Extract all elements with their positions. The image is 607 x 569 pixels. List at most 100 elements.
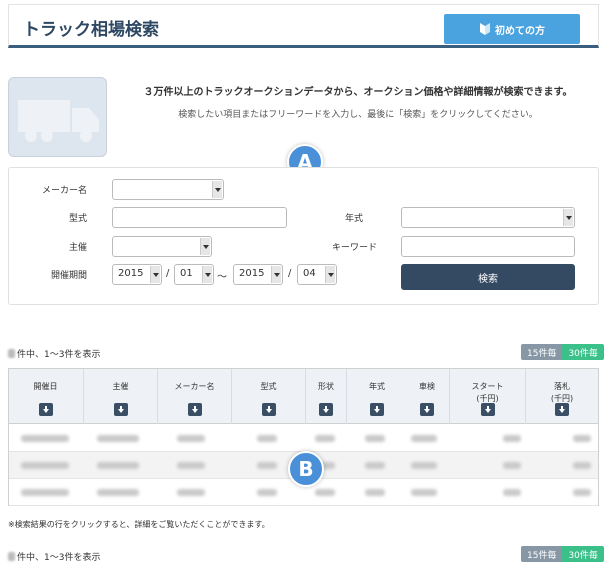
result-count-top: 件中、1～3件を表示: [8, 347, 100, 360]
page-header: トラック相場検索 初めての方: [8, 4, 599, 48]
column-header-label: 年式: [369, 382, 385, 391]
sort-down-icon[interactable]: [187, 403, 202, 416]
table-header: 開催日 主催 メーカー名 型式 形状 年式 車検 スタート (千円) 落札 (千円): [9, 369, 598, 424]
sort-down-icon[interactable]: [38, 403, 53, 416]
chevron-down-icon: [150, 266, 160, 283]
sort-down-icon[interactable]: [113, 403, 128, 416]
blurred-cell: [503, 489, 521, 496]
blurred-cell: [21, 435, 69, 442]
blurred-cell: [97, 489, 139, 496]
column-header-label: メーカー名: [174, 382, 215, 391]
blurred-cell: [503, 435, 521, 442]
column-header-unit: (千円): [476, 394, 499, 403]
maker-label: メーカー名: [41, 186, 87, 196]
blurred-cell: [365, 489, 385, 496]
blurred-cell: [177, 462, 205, 469]
period-slash: /: [288, 268, 292, 279]
period-slash: /: [166, 268, 170, 279]
column-header-label: 落札: [554, 382, 570, 391]
blurred-cell: [411, 462, 437, 469]
column-header[interactable]: スタート (千円): [450, 369, 525, 424]
blurred-cell: [21, 462, 69, 469]
sort-down-icon[interactable]: [480, 403, 495, 416]
sort-down-icon[interactable]: [370, 403, 384, 416]
blurred-cell: [503, 462, 521, 469]
column-header[interactable]: 車検: [407, 369, 447, 424]
model-label: 型式: [68, 214, 87, 224]
per-page-toggle-bottom: 15件毎 30件毎: [521, 546, 604, 562]
column-header-label: 車検: [419, 382, 435, 391]
blurred-cell: [365, 462, 385, 469]
keyword-label: キーワード: [331, 243, 377, 253]
per-page-30-button[interactable]: 30件毎: [562, 344, 604, 360]
search-form: メーカー名 型式 年式 主催 キーワード 開催期間 2015 / 01 ～ 20…: [8, 167, 599, 305]
period-from-month-select[interactable]: 01: [174, 264, 214, 285]
chevron-down-icon: [563, 209, 573, 226]
organizer-label: 主催: [68, 243, 87, 253]
column-header-label: 形状: [318, 382, 334, 391]
column-header[interactable]: メーカー名: [158, 369, 231, 424]
per-page-15-button[interactable]: 15件毎: [521, 546, 563, 562]
year-select[interactable]: [401, 207, 575, 228]
sort-down-icon[interactable]: [319, 403, 333, 416]
period-from-year-select[interactable]: 2015: [112, 264, 162, 285]
column-header[interactable]: 開催日: [9, 369, 82, 424]
chevron-down-icon: [200, 238, 210, 255]
maker-select[interactable]: [112, 179, 224, 200]
blurred-cell: [573, 435, 591, 442]
blurred-cell: [177, 489, 205, 496]
beginner-guide-label: 初めての方: [495, 25, 545, 37]
blurred-cell: [97, 435, 139, 442]
model-input[interactable]: [112, 207, 287, 228]
organizer-select[interactable]: [112, 236, 212, 257]
column-header-unit: (千円): [550, 394, 574, 403]
callout-badge-b: B: [288, 451, 324, 487]
column-header-label: 型式: [260, 382, 277, 391]
sort-down-icon[interactable]: [555, 403, 569, 416]
period-to-month-value: 04: [303, 268, 316, 279]
intro-main-text: ３万件以上のトラックオークションデータから、オークション価格や詳細情報が検索でき…: [143, 87, 573, 98]
chevron-down-icon: [271, 266, 281, 283]
result-count-bottom: 件中、1～3件を表示: [8, 550, 100, 563]
intro-sub-text: 検索したい項目またはフリーワードを入力し、最後に「検索」をクリックしてください。: [178, 110, 538, 120]
sort-down-icon[interactable]: [420, 403, 434, 416]
period-to-year-value: 2015: [239, 268, 265, 279]
blurred-cell: [21, 489, 69, 496]
blurred-cell: [257, 435, 277, 442]
table-row[interactable]: [9, 425, 598, 452]
column-header-label: スタート: [471, 382, 504, 391]
sort-down-icon[interactable]: [261, 403, 276, 416]
column-header[interactable]: 年式: [347, 369, 407, 424]
period-to-year-select[interactable]: 2015: [233, 264, 283, 285]
per-page-15-button[interactable]: 15件毎: [521, 344, 563, 360]
result-total-blurred: [8, 349, 15, 358]
per-page-30-button[interactable]: 30件毎: [562, 546, 604, 562]
blurred-cell: [411, 489, 437, 496]
column-header[interactable]: 型式: [232, 369, 305, 424]
column-header[interactable]: 落札 (千円): [526, 369, 598, 424]
blurred-cell: [411, 435, 437, 442]
truck-image: [8, 77, 107, 157]
keyword-input[interactable]: [401, 236, 575, 257]
beginner-guide-button[interactable]: 初めての方: [444, 14, 580, 44]
blurred-cell: [97, 462, 139, 469]
period-label: 開催期間: [50, 271, 87, 281]
blurred-cell: [573, 462, 591, 469]
column-header-label: 開催日: [33, 382, 58, 391]
blurred-cell: [177, 435, 205, 442]
period-tilde: ～: [217, 272, 227, 283]
chevron-down-icon: [202, 266, 212, 283]
search-button[interactable]: 検索: [401, 264, 575, 290]
period-to-month-select[interactable]: 04: [297, 264, 337, 285]
year-label: 年式: [344, 214, 363, 224]
blurred-cell: [257, 462, 277, 469]
page-title: トラック相場検索: [23, 20, 159, 40]
result-count-text: 件中、1～3件を表示: [17, 553, 101, 563]
blurred-cell: [315, 435, 335, 442]
result-count-text: 件中、1～3件を表示: [17, 350, 101, 360]
column-header[interactable]: 形状: [306, 369, 346, 424]
column-header[interactable]: 主催: [84, 369, 157, 424]
blurred-cell: [315, 489, 335, 496]
chevron-down-icon: [212, 181, 222, 198]
click-row-note: ※検索結果の行をクリックすると、詳細をご覧いただくことができます。: [8, 520, 270, 529]
